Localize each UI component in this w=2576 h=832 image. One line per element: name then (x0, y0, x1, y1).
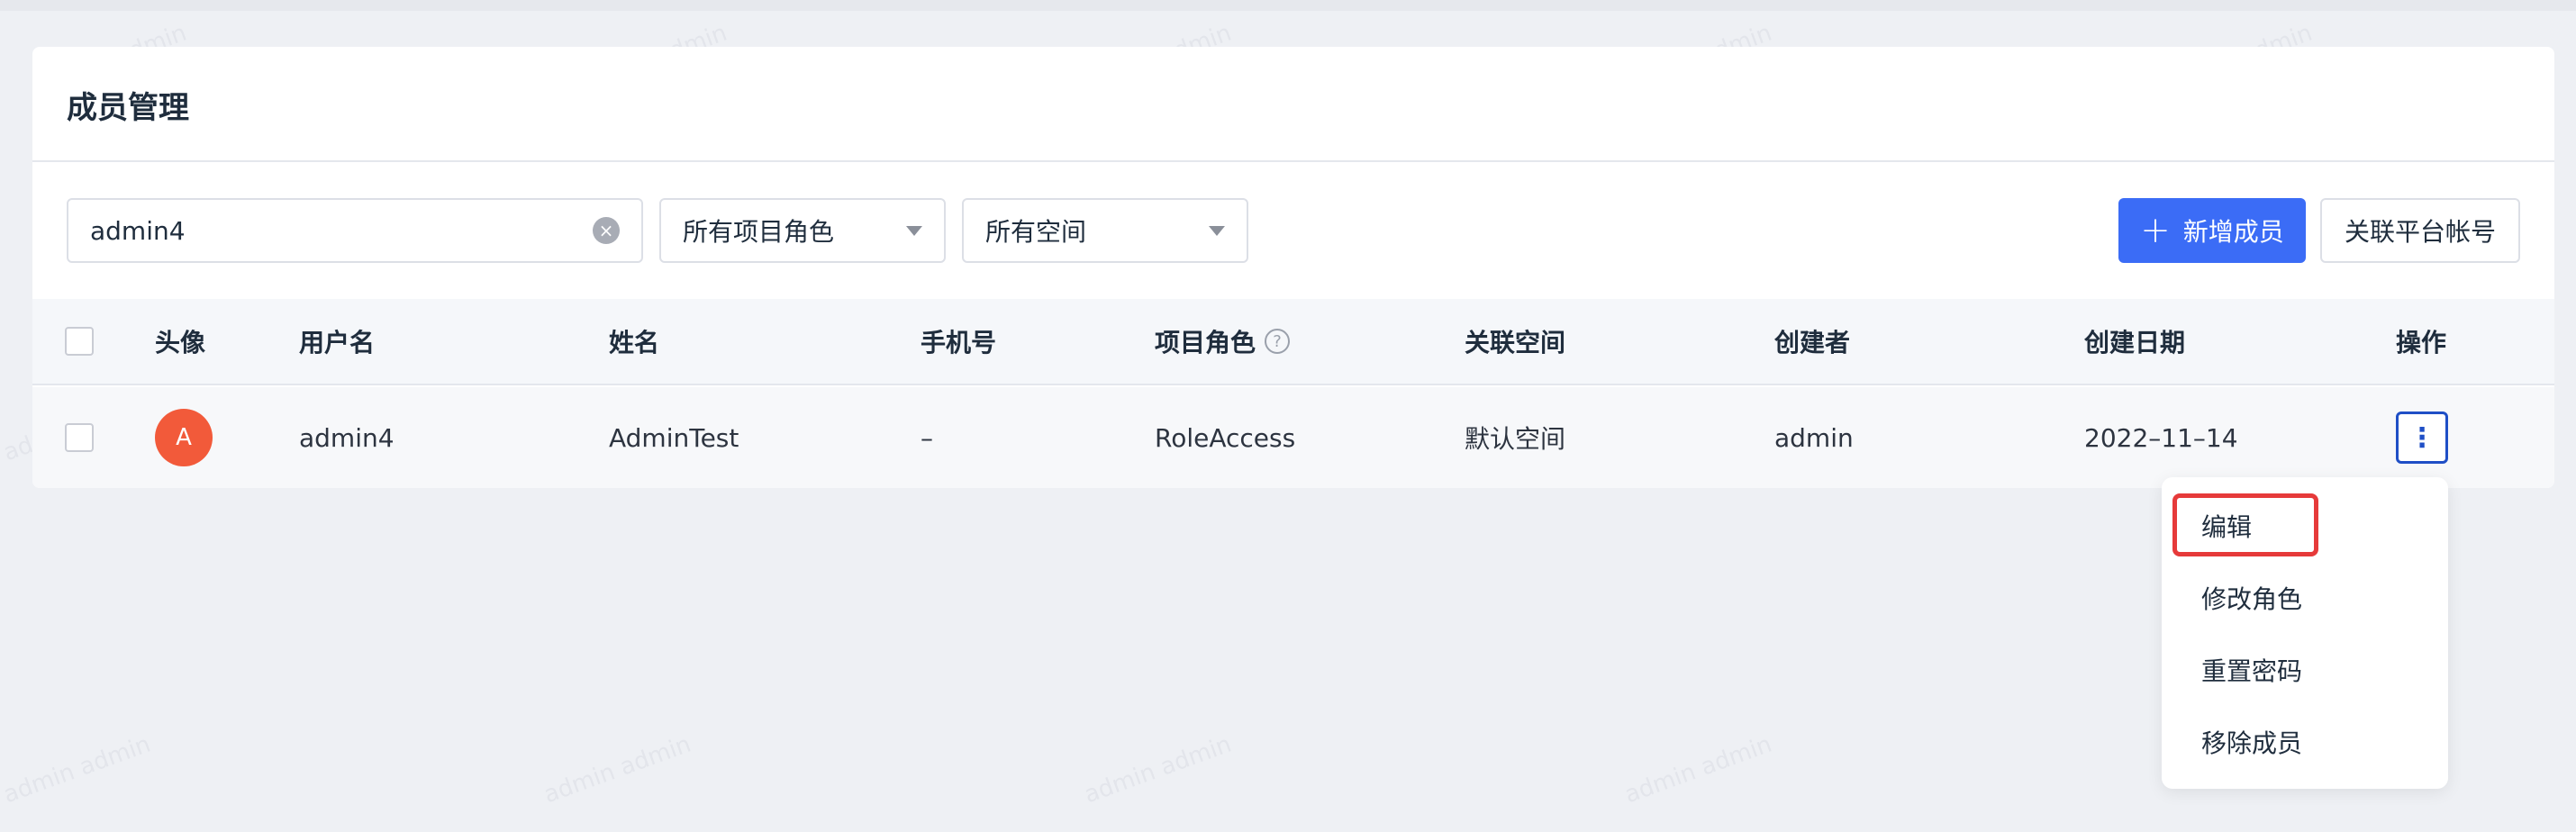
plus-icon: + (2140, 210, 2171, 251)
more-vertical-icon[interactable]: ⋮ (2396, 411, 2448, 464)
col-creator: 创建者 (1774, 328, 1851, 357)
cell-role: RoleAccess (1155, 422, 1296, 453)
row-checkbox[interactable] (65, 423, 94, 452)
role-select[interactable]: 所有项目角色 (659, 198, 946, 263)
space-select[interactable]: 所有空间 (962, 198, 1248, 263)
col-avatar: 头像 (155, 328, 206, 357)
search-field[interactable]: × (67, 198, 643, 263)
cell-creator: admin (1774, 422, 1854, 453)
caret-down-icon (906, 225, 922, 236)
close-circle-icon[interactable]: × (593, 217, 620, 244)
page-title: 成员管理 (67, 90, 189, 126)
col-role: 项目角色 ? (1155, 299, 1291, 384)
cell-username: admin4 (299, 422, 395, 453)
menu-item-change-role[interactable]: 修改角色 (2201, 580, 2302, 616)
col-role-label: 项目角色 (1155, 328, 1256, 357)
toolbar: × 所有项目角色 所有空间 + 新增成员 关联平台帐号 (32, 162, 2554, 279)
watermark: admin admin (540, 730, 695, 809)
watermark: admin admin (0, 730, 155, 809)
watermark: admin admin (1081, 730, 1236, 809)
col-created-date: 创建日期 (2084, 328, 2186, 357)
card-header: 成员管理 (32, 47, 2554, 162)
caret-down-icon (1209, 225, 1225, 236)
col-ops: 操作 (2396, 328, 2447, 357)
search-input[interactable] (90, 215, 593, 246)
menu-item-remove-member[interactable]: 移除成员 (2201, 724, 2302, 760)
select-all-checkbox[interactable] (65, 327, 94, 356)
table-header: 头像 用户名 姓名 手机号 项目角色 ? 关联空间 创建者 创建日期 操作 (32, 299, 2554, 385)
space-select-value: 所有空间 (985, 217, 1087, 247)
row-actions-menu: 编辑 修改角色 重置密码 移除成员 (2162, 477, 2448, 789)
role-select-value: 所有项目角色 (683, 217, 835, 247)
top-bar (0, 0, 2576, 11)
cell-space: 默认空间 (1465, 424, 1566, 454)
menu-item-edit[interactable]: 编辑 (2201, 508, 2252, 544)
menu-item-reset-password[interactable]: 重置密码 (2201, 652, 2302, 688)
cell-phone: – (921, 422, 933, 453)
link-account-button[interactable]: 关联平台帐号 (2320, 198, 2520, 263)
avatar: A (155, 409, 213, 466)
col-phone: 手机号 (921, 328, 997, 357)
col-name: 姓名 (609, 328, 660, 357)
member-management-card: 成员管理 × 所有项目角色 所有空间 + 新增成员 关联平台帐号 头像 用户名 … (32, 47, 2554, 488)
table-row: A admin4 AdminTest – RoleAccess 默认空间 adm… (32, 387, 2554, 488)
add-member-label: 新增成员 (2182, 217, 2284, 247)
watermark: admin admin (1621, 730, 1776, 809)
col-username: 用户名 (299, 328, 376, 357)
cell-created-date: 2022–11–14 (2084, 422, 2238, 453)
cell-name: AdminTest (609, 422, 739, 453)
col-space: 关联空间 (1465, 328, 1566, 357)
link-account-label: 关联平台帐号 (2344, 217, 2496, 247)
add-member-button[interactable]: + 新增成员 (2118, 198, 2306, 263)
question-circle-icon[interactable]: ? (1265, 329, 1291, 354)
